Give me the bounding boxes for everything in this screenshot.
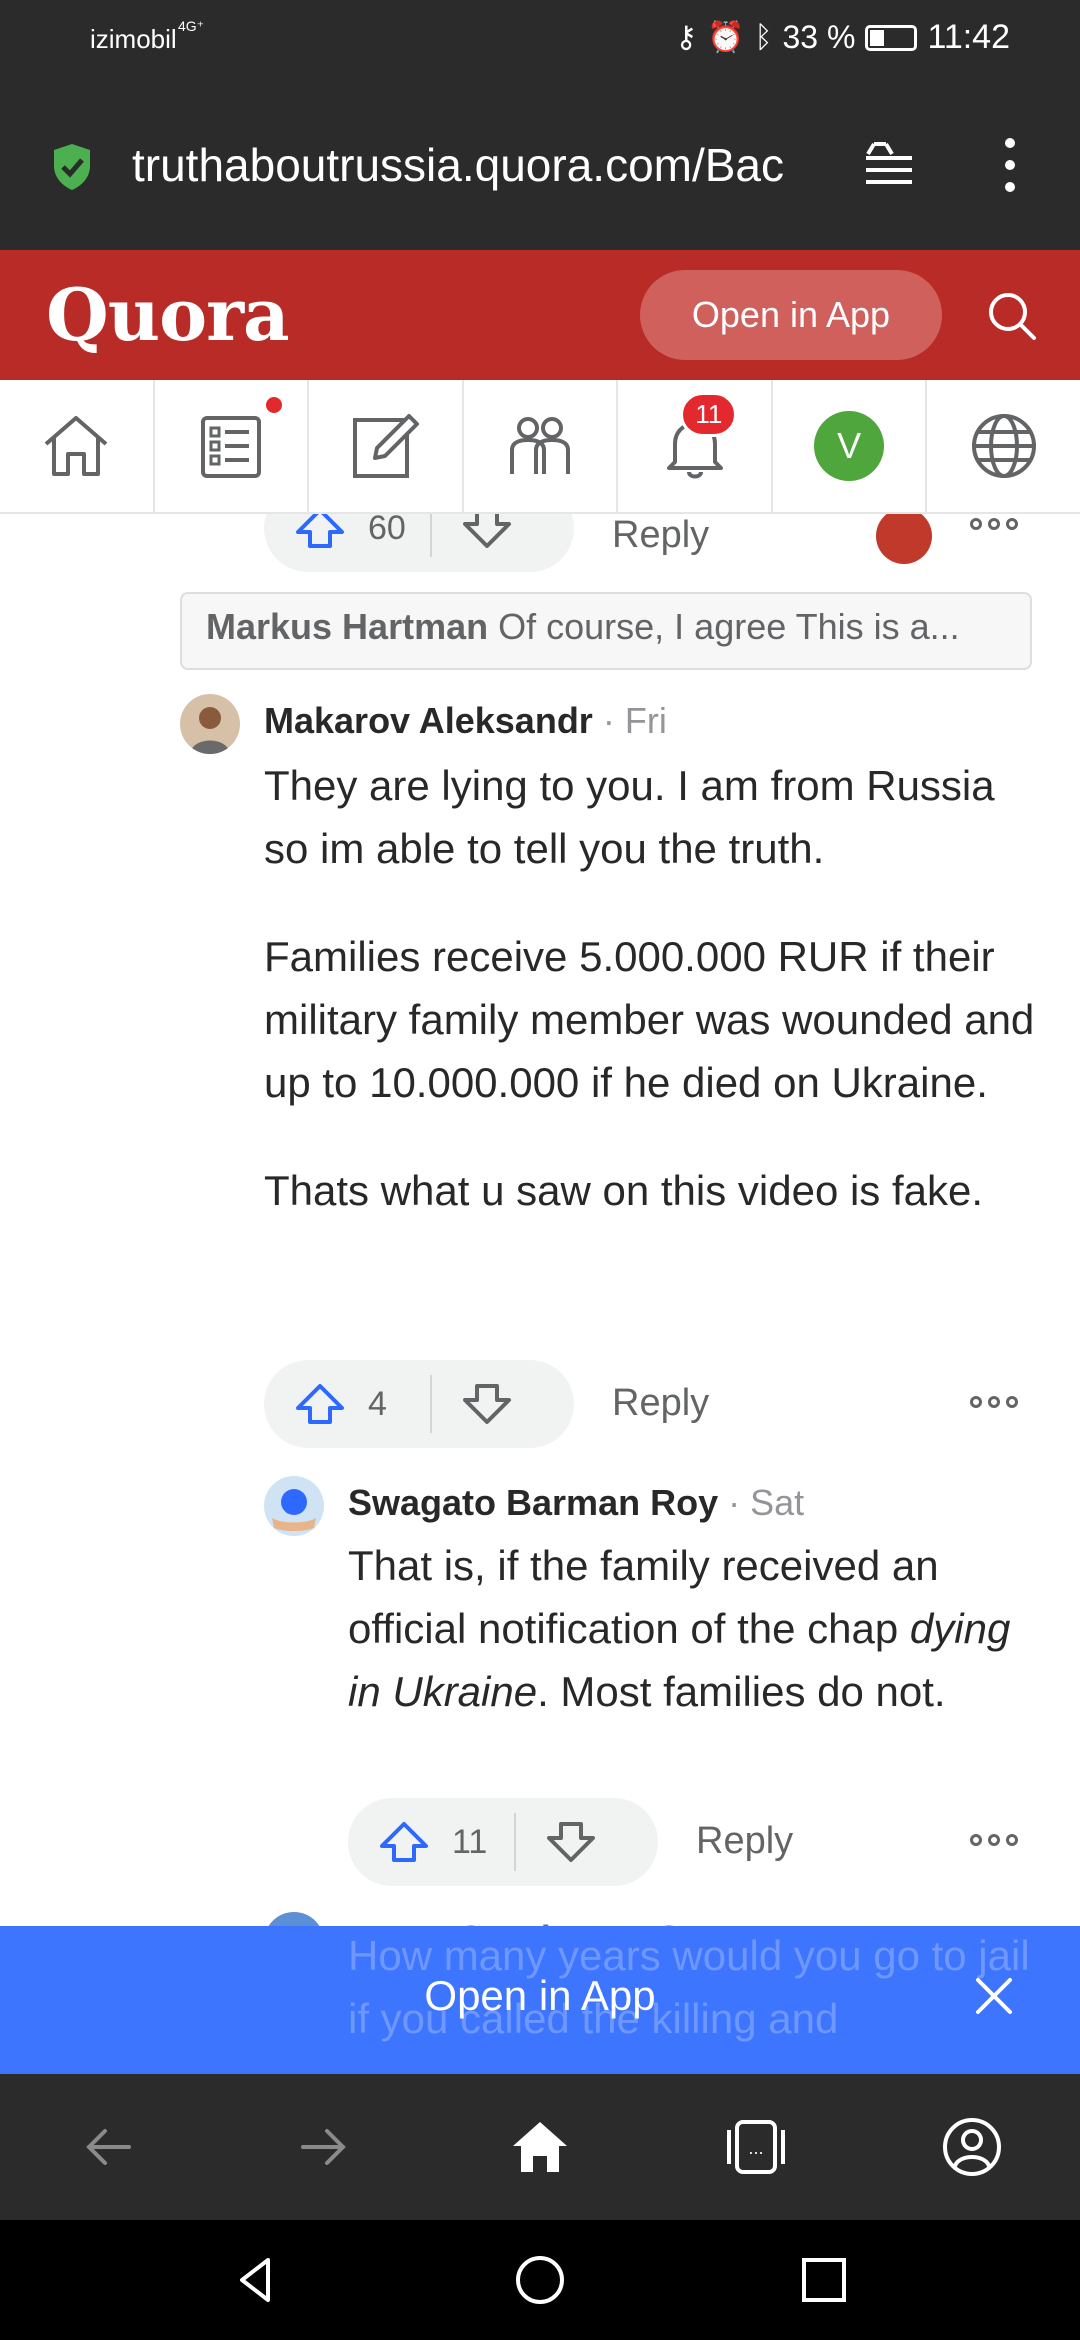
comment-time: Sat [750, 1482, 805, 1523]
close-icon[interactable] [968, 1970, 1020, 2022]
globe-hands-avatar-icon [272, 1489, 316, 1531]
alarm-icon: ⏰ [707, 21, 745, 54]
open-in-app-banner[interactable]: How many years would you go to jail if y… [0, 1926, 1080, 2074]
clock: 11:42 [927, 18, 1010, 56]
nav-following[interactable] [155, 380, 310, 512]
forward-arrow-icon[interactable] [291, 2114, 357, 2180]
comment-paragraph: Families receive 5.000.000 RUR if their … [264, 933, 1035, 1106]
system-back-icon[interactable] [228, 2252, 284, 2308]
status-right: ⚷ ⏰ ᛒ 33 % 11:42 [675, 18, 1010, 57]
collapsed-comment[interactable]: Markus Hartman Of course, I agree This i… [180, 592, 1032, 670]
notification-count-badge: 11 [680, 392, 738, 437]
quora-nav: 11 V [0, 380, 1080, 514]
browser-menu-icon[interactable] [1000, 138, 1020, 198]
more-options-icon[interactable] [970, 1396, 1020, 1412]
quora-header: Quora Open in App [0, 250, 1080, 380]
upvote-arrow-icon [380, 1822, 428, 1862]
bluetooth-icon: ᛒ [754, 20, 773, 54]
downvote-button[interactable] [432, 514, 542, 550]
upvote-count: 4 [368, 1384, 387, 1423]
vote-bar: 4 [264, 1360, 574, 1448]
status-bar: izimobil 4G⁺ ⚷ ⏰ ᛒ 33 % 11:42 [0, 0, 1080, 82]
comment-header: Swagato Barman Roy · Sat [348, 1482, 805, 1523]
globe-icon [971, 414, 1036, 478]
vote-bar-top: 60 [264, 514, 574, 572]
comment-paragraph: Thats what u saw on this video is fake. [264, 1167, 984, 1214]
home-icon[interactable] [507, 2114, 573, 2180]
home-icon [44, 416, 108, 476]
downvote-arrow-icon [547, 1822, 595, 1862]
collapsed-comment-preview: Of course, I agree This is a... [498, 606, 960, 647]
avatar [876, 514, 932, 564]
more-options-icon[interactable] [970, 1834, 1020, 1850]
upvote-count: 11 [452, 1822, 488, 1861]
tabs-icon[interactable]: ... [723, 2114, 789, 2180]
comment-body: They are lying to you. I am from Russia … [264, 754, 1044, 1222]
downvote-arrow-icon [463, 1384, 511, 1424]
more-options-icon[interactable] [970, 518, 1020, 534]
nav-languages[interactable] [927, 380, 1080, 512]
comment-body: That is, if the family received an offic… [348, 1534, 1048, 1723]
nav-notifications[interactable]: 11 [618, 380, 773, 512]
new-content-dot [263, 394, 286, 416]
url-field[interactable]: truthaboutrussia.quora.com/Bac [132, 138, 832, 192]
downvote-button[interactable] [516, 1820, 626, 1864]
feed-list-icon [200, 416, 261, 478]
comment-author[interactable]: Makarov Aleksandr [264, 700, 593, 741]
system-recents-icon[interactable] [796, 2252, 852, 2308]
upvote-button[interactable] [264, 1360, 360, 1448]
avatar[interactable] [180, 694, 240, 754]
comment-header: Makarov Aleksandr · Fri [264, 700, 667, 741]
vote-bar: 11 [348, 1798, 658, 1886]
nav-home[interactable] [0, 380, 155, 512]
upvote-button[interactable] [264, 514, 360, 572]
upvote-button[interactable] [348, 1798, 444, 1886]
open-in-app-button[interactable]: Open in App [640, 270, 942, 360]
nav-spaces[interactable] [464, 380, 619, 512]
edit-pencil-icon [353, 414, 420, 478]
upvote-count: 60 [368, 514, 406, 547]
reply-button[interactable]: Reply [696, 1820, 793, 1863]
vpn-key-icon: ⚷ [675, 21, 698, 54]
open-in-app-label[interactable]: Open in App [0, 1972, 1080, 2020]
account-icon[interactable] [939, 2114, 1005, 2180]
browser-bottom-bar: ... [0, 2074, 1080, 2220]
back-arrow-icon[interactable] [75, 2114, 141, 2180]
reply-button[interactable]: Reply [612, 1382, 709, 1425]
avatar[interactable] [264, 1476, 324, 1536]
reader-mode-icon[interactable] [864, 140, 914, 192]
comment-paragraph: They are lying to you. I am from Russia … [264, 762, 995, 872]
comment-paragraph: That is, if the family received an offic… [348, 1542, 1011, 1715]
carrier-name: izimobil [90, 24, 177, 54]
collapsed-comment-author: Markus Hartman [206, 606, 489, 647]
browser-url-bar: truthaboutrussia.quora.com/Bac [0, 82, 1080, 250]
battery-icon [865, 24, 918, 51]
person-avatar-icon [190, 707, 230, 754]
nav-answer[interactable] [309, 380, 464, 512]
battery-percent: 33 % [782, 19, 856, 55]
system-navigation-bar [0, 2220, 1080, 2340]
system-home-icon[interactable] [512, 2252, 568, 2308]
quora-logo[interactable]: Quora [46, 272, 290, 357]
profile-avatar: V [814, 411, 885, 481]
spaces-people-icon [510, 417, 571, 474]
downvote-button[interactable] [432, 1382, 542, 1426]
search-icon[interactable] [984, 288, 1040, 344]
comment-time: Fri [624, 700, 667, 741]
reply-button[interactable]: Reply [612, 514, 709, 557]
avatar [264, 1912, 324, 1926]
svg-text:...: ... [748, 2139, 763, 2158]
upvote-arrow-icon [296, 1384, 344, 1424]
downvote-arrow-icon [463, 514, 511, 548]
network-type: 4G⁺ [178, 18, 205, 34]
secure-shield-icon [54, 144, 90, 190]
comment-thread[interactable]: 60 Reply Markus Hartman Of course, I agr… [0, 514, 1080, 1926]
nav-profile[interactable]: V [773, 380, 928, 512]
upvote-arrow-icon [296, 514, 344, 548]
comment-author[interactable]: Swagato Barman Roy [348, 1482, 718, 1523]
